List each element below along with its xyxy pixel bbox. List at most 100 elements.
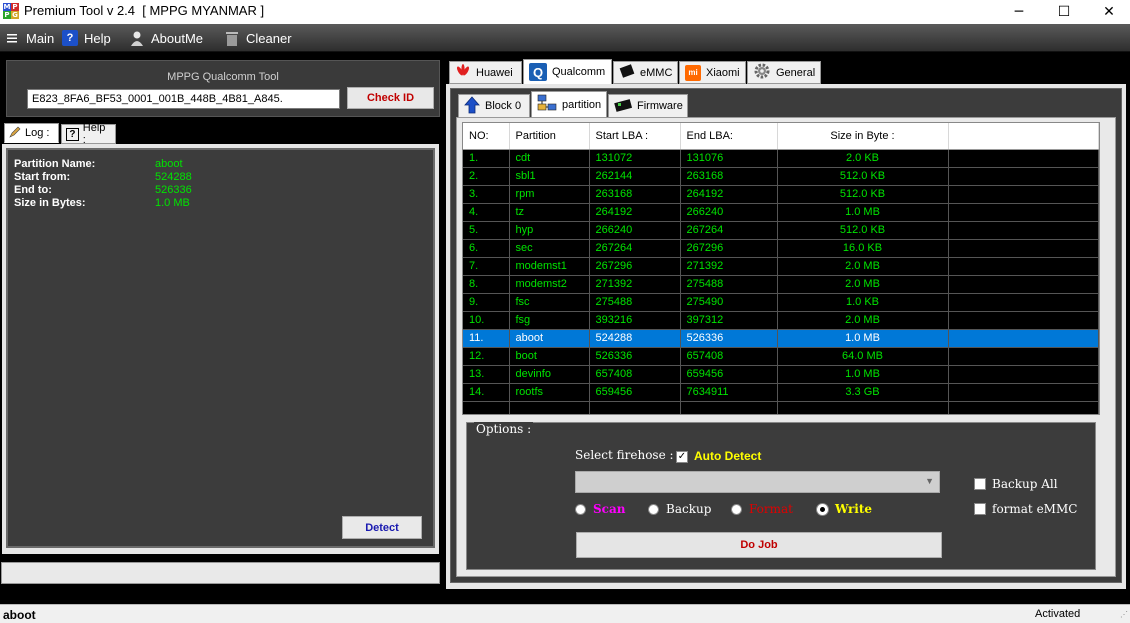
menu-main[interactable]: Main bbox=[4, 24, 54, 52]
cell-blank bbox=[948, 167, 1099, 186]
chevron-down-icon: ▼ bbox=[925, 476, 934, 486]
menu-aboutme-label: AboutMe bbox=[151, 30, 204, 46]
backup-all-checkbox[interactable] bbox=[974, 478, 986, 490]
column-header-end-lba[interactable]: End LBA: bbox=[680, 123, 778, 150]
log-values: aboot 524288 526336 1.0 MB bbox=[155, 158, 192, 210]
tab-xiaomi[interactable]: mi Xiaomi bbox=[679, 61, 746, 84]
cell-empty bbox=[589, 401, 681, 414]
table-row[interactable]: 8. modemst2 271392 275488 2.0 MB bbox=[463, 275, 1099, 294]
table-row[interactable]: 5. hyp 266240 267264 512.0 KB bbox=[463, 221, 1099, 240]
table-row[interactable]: 6. sec 267264 267296 16.0 KB bbox=[463, 239, 1099, 258]
tab-general-label: General bbox=[776, 66, 816, 79]
cell-size: 1.0 MB bbox=[777, 203, 949, 222]
tab-emmc[interactable]: eMMC bbox=[613, 61, 678, 84]
cell-size: 2.0 MB bbox=[777, 311, 949, 330]
cell-start-lba: 264192 bbox=[589, 203, 681, 222]
table-row[interactable]: 7. modemst1 267296 271392 2.0 MB bbox=[463, 257, 1099, 276]
resize-grip-icon[interactable]: ⋰ bbox=[1120, 610, 1128, 620]
radio-backup[interactable]: Backup bbox=[648, 502, 711, 516]
cell-start-lba: 659456 bbox=[589, 383, 681, 402]
gear-icon bbox=[753, 62, 771, 83]
backup-all-option[interactable]: Backup All bbox=[974, 477, 1058, 491]
table-row[interactable]: 4. tz 264192 266240 1.0 MB bbox=[463, 203, 1099, 222]
cell-size: 512.0 KB bbox=[777, 221, 949, 240]
do-job-button[interactable]: Do Job bbox=[576, 532, 942, 558]
table-row[interactable]: 12. boot 526336 657408 64.0 MB bbox=[463, 347, 1099, 366]
table-row[interactable]: 11. aboot 524288 526336 1.0 MB bbox=[463, 329, 1099, 348]
menu-lines-icon bbox=[4, 30, 20, 46]
cell-partition: aboot bbox=[509, 329, 590, 348]
table-row[interactable]: 1. cdt 131072 131076 2.0 KB bbox=[463, 149, 1099, 168]
cell-no: 2. bbox=[463, 167, 510, 186]
tab-general[interactable]: General bbox=[747, 61, 821, 84]
cell-end-lba: 275490 bbox=[680, 293, 778, 312]
firehose-select[interactable]: ▼ bbox=[575, 471, 940, 493]
radio-scan-circle[interactable] bbox=[575, 503, 586, 515]
format-emmc-option[interactable]: format eMMC bbox=[974, 502, 1077, 516]
menu-cleaner[interactable]: Cleaner bbox=[224, 24, 292, 52]
cell-end-lba: 275488 bbox=[680, 275, 778, 294]
detect-button[interactable]: Detect bbox=[342, 516, 422, 539]
radio-backup-circle[interactable] bbox=[648, 503, 659, 515]
radio-write-circle[interactable] bbox=[817, 503, 828, 515]
maximize-button[interactable]: ☐ bbox=[1041, 0, 1087, 24]
upload-arrow-icon bbox=[464, 95, 480, 117]
cell-end-lba: 131076 bbox=[680, 149, 778, 168]
table-row[interactable]: 10. fsg 393216 397312 2.0 MB bbox=[463, 311, 1099, 330]
tab-block0-label: Block 0 bbox=[485, 100, 522, 112]
tab-huawei[interactable]: Huawei bbox=[449, 61, 522, 84]
cell-size: 3.3 GB bbox=[777, 383, 949, 402]
radio-format-circle[interactable] bbox=[731, 503, 742, 515]
cell-start-lba: 275488 bbox=[589, 293, 681, 312]
cell-empty bbox=[948, 401, 1099, 414]
format-emmc-checkbox[interactable] bbox=[974, 503, 986, 515]
radio-format[interactable]: Format bbox=[731, 502, 793, 516]
cell-empty bbox=[509, 401, 590, 414]
table-row[interactable]: 14. rootfs 659456 7634911 3.3 GB bbox=[463, 383, 1099, 402]
xiaomi-icon: mi bbox=[685, 64, 701, 81]
close-button[interactable]: ✕ bbox=[1086, 0, 1130, 24]
radio-scan[interactable]: Scan bbox=[575, 502, 625, 516]
log-label-partition-name: Partition Name: bbox=[14, 158, 96, 170]
cell-empty bbox=[777, 401, 949, 414]
help-icon: ? bbox=[62, 30, 78, 46]
cell-size: 64.0 MB bbox=[777, 347, 949, 366]
table-row[interactable]: 3. rpm 263168 264192 512.0 KB bbox=[463, 185, 1099, 204]
tab-help[interactable]: ? Help : bbox=[61, 122, 116, 146]
partition-table[interactable]: NO: Partition Start LBA : End LBA: Size … bbox=[462, 122, 1100, 415]
log-value-size: 1.0 MB bbox=[155, 197, 190, 209]
device-id-panel: MPPG Qualcomm Tool E823_8FA6_BF53_0001_0… bbox=[6, 60, 440, 117]
table-row[interactable]: 9. fsc 275488 275490 1.0 KB bbox=[463, 293, 1099, 312]
radio-write[interactable]: Write bbox=[817, 502, 872, 516]
cell-start-lba: 271392 bbox=[589, 275, 681, 294]
tab-block0[interactable]: Block 0 bbox=[458, 94, 530, 118]
log-labels: Partition Name: Start from: End to: Size… bbox=[14, 158, 95, 210]
table-row[interactable]: 13. devinfo 657408 659456 1.0 MB bbox=[463, 365, 1099, 384]
column-header-size[interactable]: Size in Byte : bbox=[777, 123, 949, 150]
minimize-button[interactable]: ─ bbox=[996, 0, 1042, 24]
tab-firmware[interactable]: Firmware bbox=[608, 94, 688, 118]
cell-no: 8. bbox=[463, 275, 510, 294]
options-group: Options : Select firehose : ✓ Auto Detec… bbox=[466, 422, 1096, 570]
check-id-button[interactable]: Check ID bbox=[347, 87, 434, 109]
cell-no: 10. bbox=[463, 311, 510, 330]
menu-main-label: Main bbox=[26, 30, 55, 46]
column-header-partition[interactable]: Partition bbox=[509, 123, 590, 150]
tab-qualcomm[interactable]: Q Qualcomm bbox=[523, 59, 612, 84]
cell-partition: sbl1 bbox=[509, 167, 590, 186]
column-header-no[interactable]: NO: bbox=[463, 123, 510, 150]
tab-log[interactable]: Log : bbox=[4, 123, 59, 143]
tab-partition[interactable]: partition bbox=[531, 91, 607, 118]
auto-detect-checkbox[interactable]: ✓ bbox=[676, 451, 688, 463]
column-header-start-lba[interactable]: Start LBA : bbox=[589, 123, 681, 150]
status-partition-text: aboot bbox=[3, 608, 36, 622]
cell-blank bbox=[948, 149, 1099, 168]
backup-all-label: Backup All bbox=[992, 477, 1058, 491]
cell-blank bbox=[948, 329, 1099, 348]
device-id-field[interactable]: E823_8FA6_BF53_0001_001B_448B_4B81_A845. bbox=[27, 89, 340, 109]
menu-help[interactable]: ? Help bbox=[62, 24, 111, 52]
menu-aboutme[interactable]: AboutMe bbox=[129, 24, 203, 52]
cell-end-lba: 267296 bbox=[680, 239, 778, 258]
log-label-start-from: Start from: bbox=[14, 171, 71, 183]
table-row[interactable]: 2. sbl1 262144 263168 512.0 KB bbox=[463, 167, 1099, 186]
